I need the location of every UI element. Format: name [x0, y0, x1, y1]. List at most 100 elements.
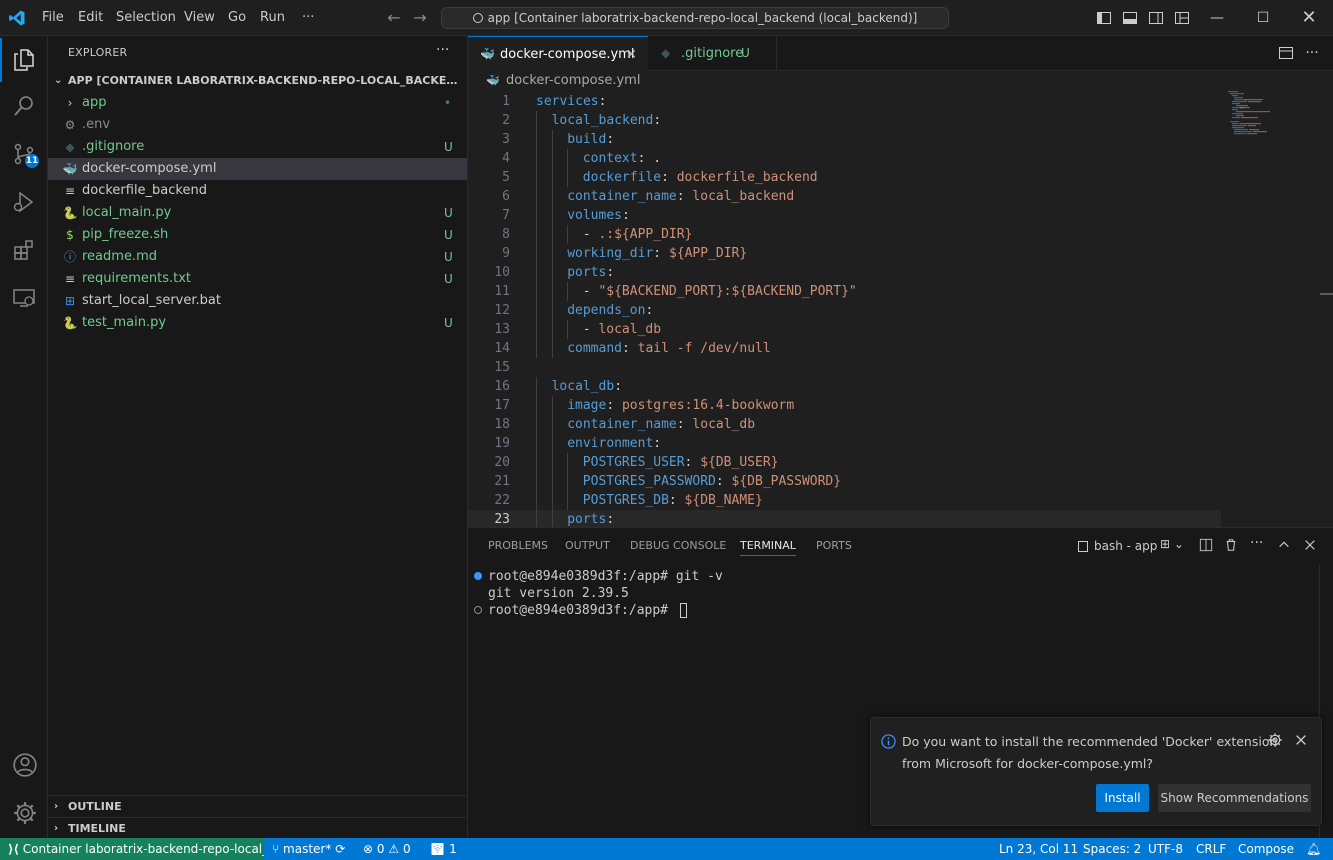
editor-tabs: 🐳 docker-compose.yml × ◆ .gitignore U ··…: [468, 36, 1333, 71]
minimap[interactable]: [1228, 91, 1318, 151]
launch-profile-button[interactable]: ⊞ ⌄: [1160, 537, 1184, 551]
encoding[interactable]: UTF-8: [1148, 838, 1183, 860]
search-activity[interactable]: [0, 84, 48, 128]
breadcrumb[interactable]: 🐳 docker-compose.yml: [468, 71, 1333, 91]
ports-indicator[interactable]: 🛜︎ 1: [430, 838, 457, 860]
indent-guide: [536, 130, 537, 149]
indent-guide: [551, 472, 553, 491]
show-recommendations-button[interactable]: Show Recommendations: [1158, 784, 1311, 812]
close-tab-icon[interactable]: ×: [626, 37, 637, 72]
toggle-primary-sidebar-icon[interactable]: [1096, 10, 1112, 26]
command-center[interactable]: app [Container laboratrix-backend-repo-l…: [441, 7, 949, 29]
toggle-secondary-sidebar-icon[interactable]: [1148, 10, 1164, 26]
remote-indicator[interactable]: ⟩⟨ Container laboratrix-backend-repo-loc…: [0, 838, 264, 860]
line-number: 4: [502, 151, 510, 166]
tab-gitignore[interactable]: ◆ .gitignore U: [649, 36, 777, 71]
close-window-button[interactable]: ✕: [1286, 0, 1332, 36]
activity-bar: 11: [0, 36, 48, 838]
menu-view[interactable]: View: [184, 0, 215, 36]
maximize-panel-icon[interactable]: [1277, 538, 1291, 552]
terminal-line: root@e894e0389d3f:/app#: [474, 602, 687, 619]
minimize-button[interactable]: —: [1194, 0, 1240, 36]
problems-indicator[interactable]: ⊗ 0 ⚠ 0: [363, 838, 411, 860]
command-decoration-icon[interactable]: [474, 606, 482, 614]
code-text: environment:: [567, 434, 661, 453]
remote-explorer-activity[interactable]: [0, 276, 48, 320]
extensions-activity[interactable]: [0, 228, 48, 272]
tree-item[interactable]: 🐍 local_main.py U: [48, 202, 467, 224]
code-line: 7 volumes:: [468, 206, 1228, 225]
tree-item[interactable]: ◆ .gitignore U: [48, 136, 467, 158]
yaml-separator: :: [606, 265, 615, 280]
menu-go[interactable]: Go: [228, 0, 246, 36]
indentation[interactable]: Spaces: 2: [1083, 838, 1141, 860]
code-editor[interactable]: 1 services: 2 local_backend: 3 build: 4 context…: [468, 91, 1333, 527]
indent-guide: [536, 244, 537, 263]
tree-item[interactable]: ⚙ .env: [48, 114, 467, 136]
manage-activity[interactable]: [0, 790, 48, 834]
tree-item[interactable]: ≡ dockerfile_backend: [48, 180, 467, 202]
tab-docker-compose[interactable]: 🐳 docker-compose.yml ×: [468, 36, 648, 71]
tree-item[interactable]: ≡ requirements.txt U: [48, 268, 467, 290]
yaml-separator: : .: [637, 151, 662, 166]
tree-item[interactable]: ⊞ start_local_server.bat: [48, 290, 467, 312]
run-debug-activity[interactable]: [0, 180, 48, 224]
line-ending[interactable]: CRLF: [1196, 838, 1226, 860]
code-text: image: postgres:16.4-bookworm: [567, 396, 794, 415]
code-text: container_name: local_backend: [567, 187, 794, 206]
trash-icon[interactable]: [1224, 538, 1238, 552]
maximize-button[interactable]: ☐: [1240, 0, 1286, 36]
source-control-activity[interactable]: 11: [0, 132, 48, 176]
yaml-value: ${DB_NAME}: [684, 493, 763, 508]
customize-layout-icon[interactable]: [1174, 10, 1190, 26]
split-editor-icon[interactable]: [1278, 45, 1294, 61]
code-line: 23 ports:: [468, 510, 1221, 527]
terminal-icon: [1078, 541, 1088, 552]
tree-item[interactable]: ⓘ readme.md U: [48, 246, 467, 268]
menu-run[interactable]: Run: [260, 0, 285, 36]
tab-output[interactable]: OUTPUT: [565, 528, 610, 564]
tree-item[interactable]: 🐍 test_main.py U: [48, 312, 467, 334]
menu-selection[interactable]: Selection: [116, 0, 176, 36]
close-panel-icon[interactable]: [1303, 538, 1317, 552]
editor-more-button[interactable]: ···: [1304, 45, 1320, 61]
forward-arrow-icon[interactable]: →: [410, 8, 430, 28]
yaml-separator: :: [676, 189, 693, 204]
language-mode[interactable]: Compose: [1238, 838, 1294, 860]
panel-more-button[interactable]: ···: [1250, 535, 1263, 551]
explorer-activity[interactable]: [0, 38, 48, 82]
menu-edit[interactable]: Edit: [78, 0, 103, 36]
tree-item[interactable]: $ pip_freeze.sh U: [48, 224, 467, 246]
close-icon[interactable]: [1294, 733, 1308, 747]
install-button[interactable]: Install: [1096, 784, 1149, 812]
tree-item[interactable]: › app •: [48, 92, 467, 114]
yaml-separator: :: [653, 113, 662, 128]
toggle-panel-icon[interactable]: [1122, 10, 1138, 26]
tree-item[interactable]: 🐳 docker-compose.yml: [48, 158, 467, 180]
tree-item-status: •: [444, 96, 452, 110]
terminal-instance[interactable]: bash - app: [1078, 538, 1157, 554]
code-line: 12 depends_on:: [468, 301, 1228, 320]
cursor-position[interactable]: Ln 23, Col 11: [999, 838, 1078, 860]
gear-icon[interactable]: [1267, 732, 1283, 748]
branch-indicator[interactable]: ⑂ master* ⟳: [272, 838, 345, 860]
explorer-more-button[interactable]: ···: [436, 42, 449, 58]
tab-terminal[interactable]: TERMINAL: [740, 528, 796, 556]
tab-debug-console[interactable]: DEBUG CONSOLE: [630, 528, 726, 564]
line-number: 16: [494, 379, 510, 394]
back-arrow-icon[interactable]: ←: [384, 8, 404, 28]
accounts-activity[interactable]: [0, 742, 48, 786]
menu-more[interactable]: ···: [302, 0, 314, 36]
tab-ports[interactable]: PORTS: [816, 528, 852, 564]
notifications-bell-icon[interactable]: 🔔︎: [1306, 838, 1321, 860]
menu-file[interactable]: File: [42, 0, 64, 36]
breadcrumb-file[interactable]: docker-compose.yml: [506, 71, 640, 91]
indent-guide: [536, 320, 537, 339]
workspace-root-header[interactable]: ⌄ APP [CONTAINER LABORATRIX-BACKEND-REPO…: [48, 70, 467, 92]
timeline-section[interactable]: › TIMELINE: [48, 817, 467, 840]
tab-problems[interactable]: PROBLEMS: [488, 528, 548, 564]
command-decoration-icon[interactable]: [474, 572, 482, 580]
outline-section[interactable]: › OUTLINE: [48, 795, 467, 818]
split-terminal-icon[interactable]: [1199, 538, 1213, 552]
notification-line-2: from Microsoft for docker-compose.yml?: [902, 756, 1154, 771]
